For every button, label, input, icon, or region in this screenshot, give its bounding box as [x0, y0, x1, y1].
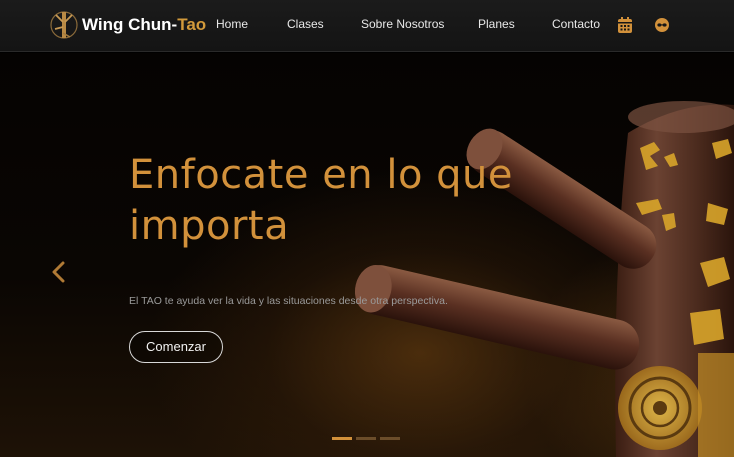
brand-name-accent: Tao — [177, 15, 207, 34]
navbar: Wing Chun-Tao Home Clases Sobre Nosotros… — [0, 0, 734, 52]
wooden-dummy-image — [354, 101, 734, 457]
start-button[interactable]: Comenzar — [129, 331, 223, 363]
user-mask-icon[interactable] — [654, 16, 670, 34]
nav-link-planes[interactable]: Planes — [478, 17, 515, 31]
brand-name: Wing Chun-Tao — [82, 15, 207, 34]
carousel-indicator-3[interactable] — [380, 437, 400, 440]
hero-carousel: Enfocate en lo que importa El TAO te ayu… — [0, 53, 734, 457]
nav-link-sobre-nosotros[interactable]: Sobre Nosotros — [361, 17, 444, 31]
calendar-icon[interactable] — [617, 16, 633, 34]
hero-title: Enfocate en lo que importa — [129, 152, 514, 249]
chevron-left-icon[interactable] — [50, 261, 68, 283]
hero-subtitle: El TAO te ayuda ver la vida y las situac… — [129, 295, 448, 307]
carousel-indicator-2[interactable] — [356, 437, 376, 440]
carousel-indicator-1[interactable] — [332, 437, 352, 440]
brand[interactable]: Wing Chun-Tao — [50, 9, 206, 41]
nav-link-home[interactable]: Home — [216, 17, 248, 31]
carousel-indicators — [332, 437, 400, 440]
wooden-dummy-logo-icon — [50, 11, 78, 39]
nav-link-contacto[interactable]: Contacto — [552, 17, 600, 31]
nav-link-clases[interactable]: Clases — [287, 17, 324, 31]
